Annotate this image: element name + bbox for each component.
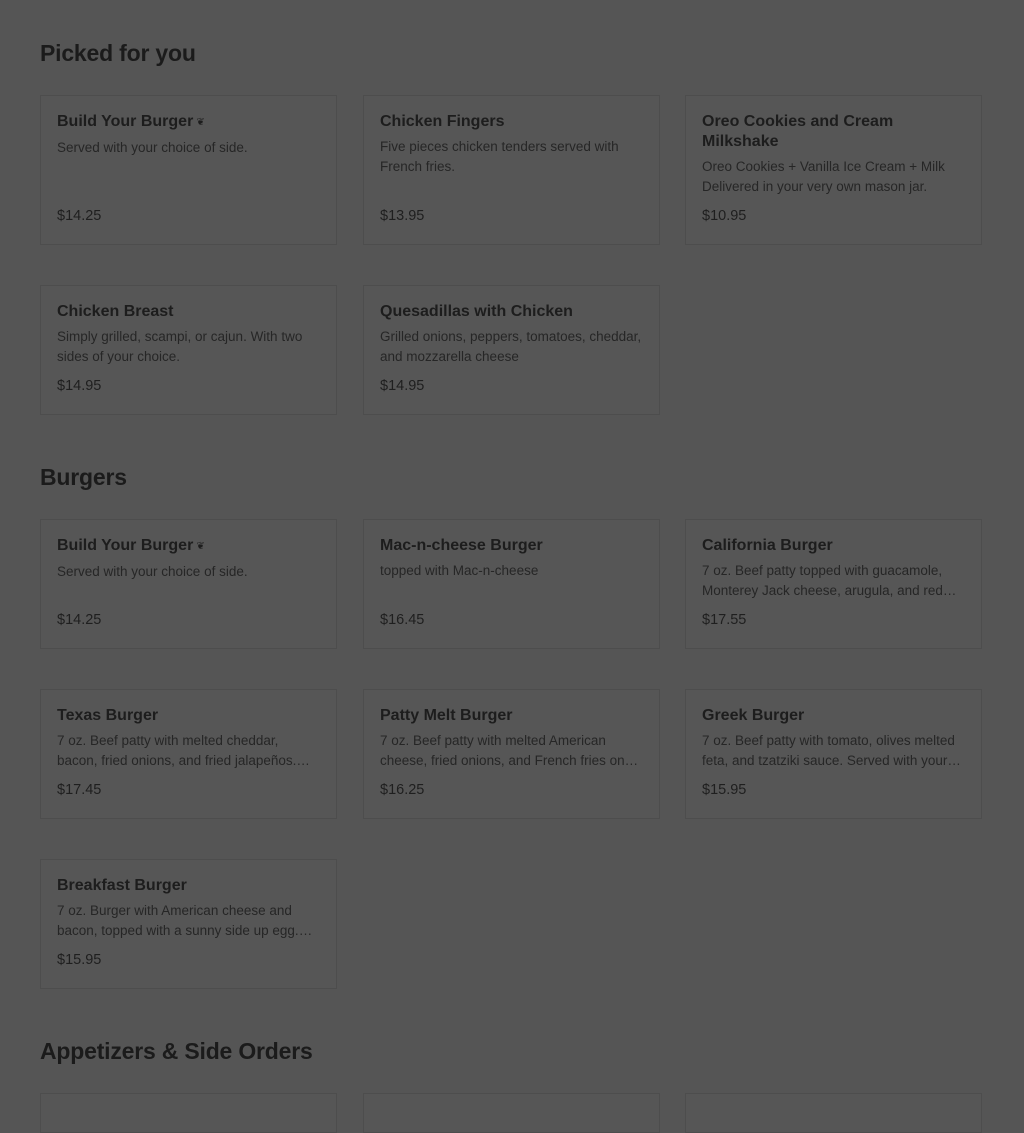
item-price: $14.95: [57, 378, 102, 394]
menu-item-card[interactable]: Build Your Burger ❦ Served with your choi…: [40, 95, 337, 245]
item-description: 7 oz. Beef patty with tomato, olives mel…: [702, 733, 955, 768]
item-price: $15.95: [57, 952, 102, 968]
section-title-picked-for-you: Picked for you: [40, 40, 196, 66]
menu-item-card[interactable]: Texas Burger 7 oz. Beef patty with melte…: [40, 689, 337, 819]
item-description: Grilled onions, peppers, tomatoes, chedd…: [380, 329, 642, 364]
menu-item-card[interactable]: Chicken Fingers Five pieces chicken tend…: [363, 95, 660, 245]
item-price: $17.55: [702, 612, 747, 628]
item-description: 7 oz. Burger with American cheese and ba…: [57, 903, 299, 938]
item-price: $15.95: [702, 782, 747, 798]
menu-item-card[interactable]: Patty Melt Burger 7 oz. Beef patty with …: [363, 689, 660, 819]
item-price: $17.45: [57, 782, 102, 798]
item-name: Oreo Cookies and Cream Milkshake: [702, 113, 894, 150]
item-name: Mac-n-cheese Burger: [380, 537, 543, 554]
item-price: $16.25: [380, 782, 425, 798]
menu-item-card[interactable]: Breakfast Burger 7 oz. Burger with Ameri…: [40, 859, 337, 989]
item-price: $10.95: [702, 208, 747, 224]
leaf-icon: ❦: [196, 117, 205, 128]
item-name: Chicken Breast: [57, 303, 174, 320]
item-description: Served with your choice of side.: [57, 140, 248, 155]
item-description: Five pieces chicken tenders served with …: [380, 139, 619, 174]
item-name: California Burger: [702, 537, 833, 554]
menu-item-card[interactable]: Oreo Cookies and Cream Milkshake Oreo Co…: [685, 95, 982, 245]
item-price: $14.25: [57, 208, 102, 224]
item-price: $14.25: [57, 612, 102, 628]
menu-item-card[interactable]: Chicken Breast Simply grilled, scampi, o…: [40, 285, 337, 415]
item-description: 7 oz. Beef patty with melted American ch…: [380, 733, 625, 768]
menu-item-card[interactable]: [363, 1093, 660, 1133]
item-name: Build Your Burger: [57, 113, 194, 130]
item-description: Simply grilled, scampi, or cajun. With t…: [57, 329, 303, 364]
item-price: $16.45: [380, 612, 425, 628]
item-name-row: Build Your Burger ❦: [57, 112, 320, 133]
item-description: 7 oz. Beef patty with melted cheddar, ba…: [57, 733, 297, 768]
section-title-appetizers: Appetizers & Side Orders: [40, 1038, 313, 1064]
item-name: Patty Melt Burger: [380, 707, 513, 724]
menu-item-card[interactable]: California Burger 7 oz. Beef patty toppe…: [685, 519, 982, 649]
menu-item-card[interactable]: [40, 1093, 337, 1133]
menu-item-card[interactable]: Greek Burger 7 oz. Beef patty with tomat…: [685, 689, 982, 819]
menu-item-card[interactable]: Build Your Burger ❦ Served with your choi…: [40, 519, 337, 649]
item-name-row: Build Your Burger ❦: [57, 536, 320, 557]
item-description: Oreo Cookies + Vanilla Ice Cream + Milk …: [702, 159, 945, 194]
item-name: Build Your Burger: [57, 537, 194, 554]
item-price: $13.95: [380, 208, 425, 224]
item-description: topped with Mac-n-cheese: [380, 563, 539, 578]
section-title-burgers: Burgers: [40, 464, 127, 490]
menu-item-card[interactable]: Quesadillas with Chicken Grilled onions,…: [363, 285, 660, 415]
menu-item-card[interactable]: Mac-n-cheese Burger topped with Mac-n-ch…: [363, 519, 660, 649]
item-name: Chicken Fingers: [380, 113, 505, 130]
item-name: Greek Burger: [702, 707, 805, 724]
item-name: Breakfast Burger: [57, 877, 187, 894]
menu-item-card[interactable]: [685, 1093, 982, 1133]
item-description: Served with your choice of side.: [57, 564, 248, 579]
item-name: Texas Burger: [57, 707, 159, 724]
item-price: $14.95: [380, 378, 425, 394]
item-description: 7 oz. Beef patty topped with guacamole, …: [702, 563, 943, 598]
leaf-icon: ❦: [196, 541, 205, 552]
item-name: Quesadillas with Chicken: [380, 303, 573, 320]
